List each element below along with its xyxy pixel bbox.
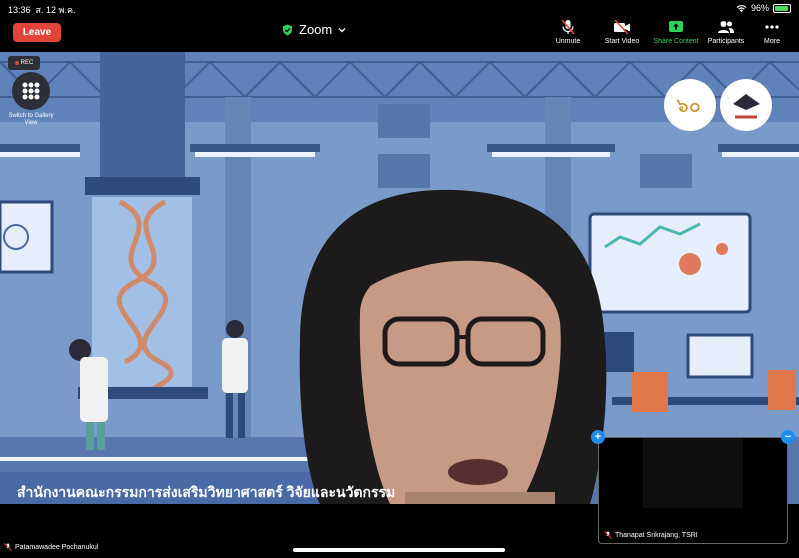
- record-dot-icon: [14, 61, 19, 65]
- self-view-video: [643, 438, 743, 508]
- svg-text:๖๐: ๖๐: [676, 93, 701, 117]
- home-indicator[interactable]: [293, 548, 505, 552]
- meeting-toolbar: Leave Zoom Unmute Start Video Share Cont…: [0, 16, 799, 52]
- unmute-button[interactable]: Unmute: [540, 19, 596, 45]
- participants-label: Participants: [707, 38, 745, 45]
- share-content-label: Share Content: [653, 38, 699, 45]
- mic-muted-icon: [561, 19, 575, 35]
- shield-check-icon: [283, 24, 292, 35]
- more-label: More: [764, 38, 780, 45]
- share-content-button[interactable]: Share Content: [648, 19, 704, 45]
- start-video-button[interactable]: Start Video: [594, 19, 650, 45]
- mic-muted-small-icon: [604, 531, 612, 539]
- leave-button[interactable]: Leave: [13, 23, 61, 42]
- more-dots-icon: [765, 25, 779, 29]
- start-video-label: Start Video: [604, 38, 640, 45]
- recording-badge: REC: [8, 56, 40, 70]
- self-view-name-tag: Thanapat Srikrajang, TSRI: [604, 531, 698, 539]
- grid-icon: [22, 82, 40, 100]
- self-view-name: Thanapat Srikrajang, TSRI: [615, 531, 698, 539]
- video-off-icon: [614, 19, 630, 35]
- battery-percent: 96%: [750, 3, 769, 13]
- expand-thumbnail-button[interactable]: +: [591, 430, 605, 444]
- meeting-title-label: Zoom: [299, 22, 333, 37]
- self-view-thumbnail[interactable]: [598, 437, 788, 544]
- active-speaker-name-tag: Patamawadee Pochanukul: [4, 543, 98, 551]
- minimize-thumbnail-button[interactable]: −: [781, 430, 795, 444]
- switch-gallery-view-button[interactable]: [12, 72, 50, 110]
- wifi-icon: [736, 4, 747, 12]
- status-bar: 13:36 ส. 12 พ.ค. 96%: [0, 0, 799, 16]
- active-speaker-name: Patamawadee Pochanukul: [15, 543, 99, 551]
- status-date: ส. 12 พ.ค.: [35, 5, 76, 15]
- chevron-down-icon: [338, 27, 346, 32]
- mic-muted-small-icon: [4, 543, 12, 551]
- stage-banner-text: สำนักงานคณะกรรมการส่งเสริมวิทยาศาสตร์ วิ…: [17, 484, 396, 500]
- participants-icon: [718, 21, 734, 33]
- recording-label: REC: [20, 60, 34, 66]
- more-button[interactable]: More: [744, 19, 799, 45]
- unmute-label: Unmute: [555, 38, 581, 45]
- meeting-title[interactable]: Zoom: [282, 22, 346, 37]
- status-time: 13:36 ส. 12 พ.ค.: [8, 5, 76, 15]
- switch-gallery-view-label: Switch to Gallery View: [8, 113, 54, 126]
- battery-icon: [773, 3, 791, 13]
- share-screen-icon: [669, 21, 683, 32]
